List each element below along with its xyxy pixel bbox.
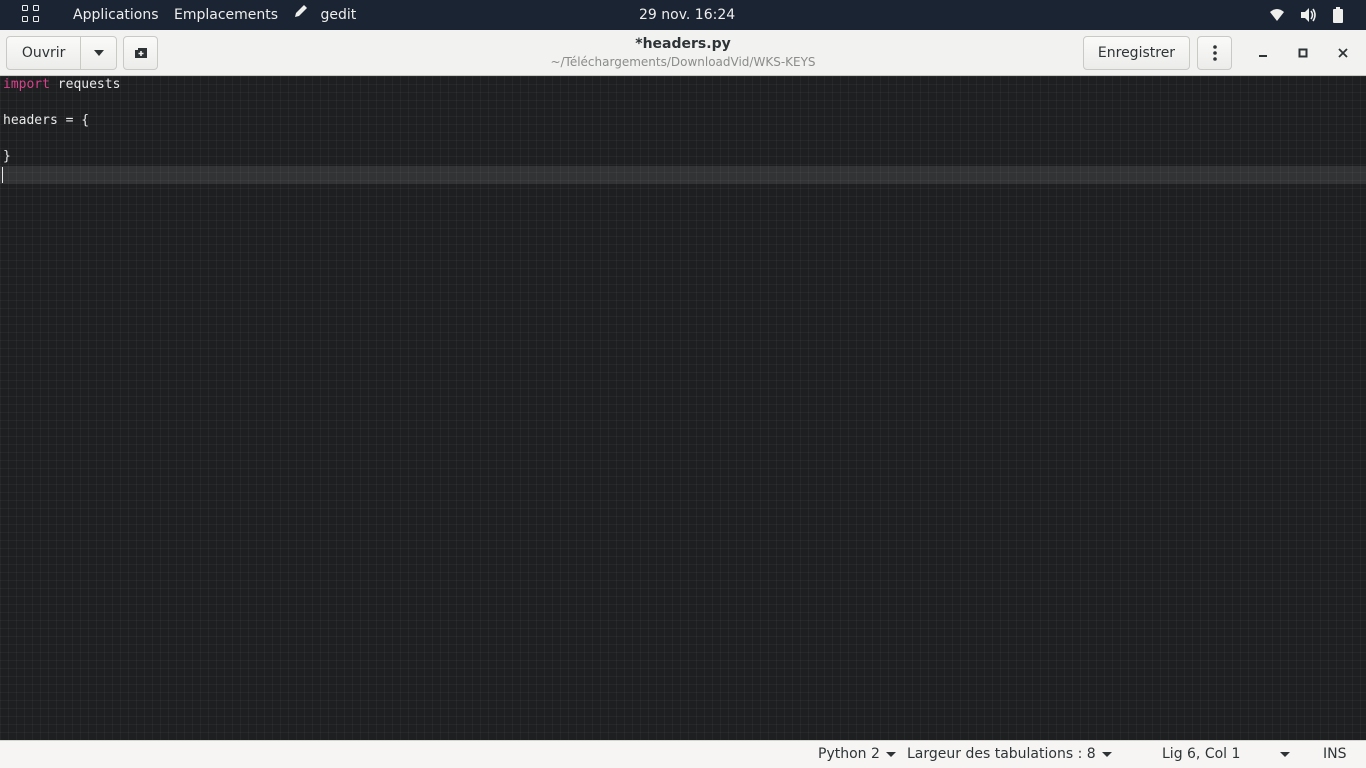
title-block: *headers.py ~/Téléchargements/DownloadVi… [433, 34, 933, 70]
volume-icon [1290, 7, 1322, 23]
code-line: headers = { [3, 112, 89, 130]
tab-width-label: Largeur des tabulations : 8 [907, 746, 1096, 762]
maximize-icon [1298, 48, 1308, 58]
cursor-position[interactable]: Lig 6, Col 1 [1162, 741, 1240, 768]
maximize-button[interactable] [1286, 36, 1320, 70]
open-recent-dropdown[interactable] [81, 37, 116, 69]
chevron-down-icon [885, 751, 896, 757]
close-icon [1338, 48, 1348, 58]
keyword-token: import [3, 77, 50, 92]
wifi-icon [1259, 7, 1289, 23]
language-label: Python 2 [818, 746, 880, 762]
app-name: gedit [320, 7, 357, 23]
tab-width-selector[interactable]: Largeur des tabulations : 8 [907, 741, 1112, 768]
code-line: } [3, 148, 11, 166]
kebab-menu-icon [1212, 45, 1217, 61]
code-line: import requests [3, 76, 120, 94]
open-button[interactable]: Ouvrir [7, 37, 82, 69]
save-button[interactable]: Enregistrer [1083, 36, 1190, 70]
minimize-button[interactable] [1246, 36, 1280, 70]
new-document-button[interactable] [123, 36, 158, 70]
app-menu-gedit[interactable]: gedit [293, 0, 356, 30]
system-tray[interactable] [1259, 0, 1344, 30]
status-bar: Python 2 Largeur des tabulations : 8 Lig… [0, 740, 1366, 768]
current-line-highlight [0, 166, 1366, 184]
hamburger-menu-button[interactable] [1197, 36, 1232, 70]
code-text: headers = { [3, 113, 90, 128]
chevron-down-icon [93, 50, 104, 56]
insert-mode-indicator[interactable]: INS [1323, 741, 1347, 768]
applications-menu[interactable]: Applications [73, 0, 159, 30]
chevron-down-icon[interactable] [1280, 741, 1290, 768]
document-path: ~/Téléchargements/DownloadVid/WKS-KEYS [550, 55, 816, 69]
text-editor[interactable]: import requests headers = { } [0, 76, 1366, 740]
top-panel: Applications Emplacements gedit 29 nov. … [0, 0, 1366, 30]
places-menu[interactable]: Emplacements [174, 0, 278, 30]
new-tab-icon [134, 48, 147, 58]
chevron-down-icon [1101, 751, 1112, 757]
text-cursor [2, 167, 3, 183]
close-button[interactable] [1326, 36, 1360, 70]
open-button-group: Ouvrir [6, 36, 117, 70]
minimize-icon [1259, 55, 1267, 57]
pencil-icon [293, 0, 311, 30]
language-selector[interactable]: Python 2 [818, 741, 896, 768]
code-text: requests [49, 77, 121, 92]
document-title: *headers.py [635, 36, 731, 52]
code-text: } [3, 149, 11, 164]
header-bar: Ouvrir *headers.py ~/Téléchargements/Dow… [0, 30, 1366, 76]
battery-icon [1322, 7, 1344, 23]
clock[interactable]: 29 nov. 16:24 [639, 0, 735, 30]
